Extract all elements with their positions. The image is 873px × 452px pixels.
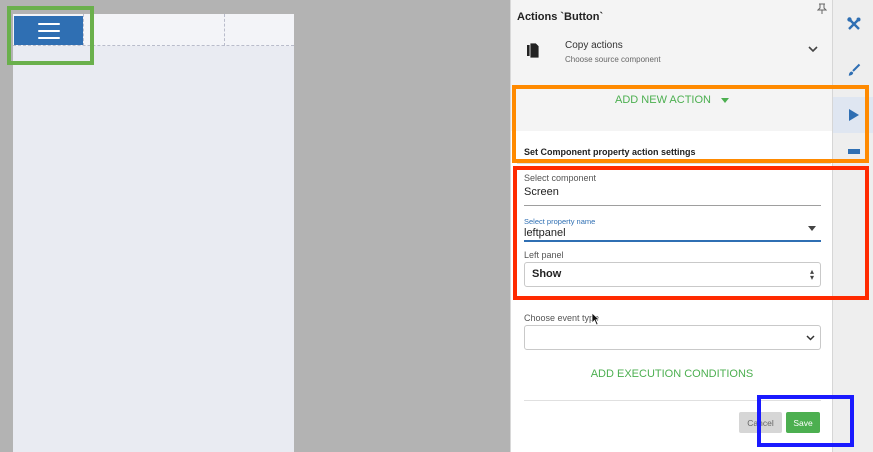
- field-underline-active: [524, 240, 821, 242]
- cancel-button[interactable]: Cancel: [739, 412, 782, 433]
- hamburger-icon: [37, 22, 60, 39]
- add-new-action-button[interactable]: ADD NEW ACTION: [511, 94, 833, 106]
- copy-actions-title[interactable]: Copy actions: [565, 40, 623, 51]
- field-underline: [524, 205, 821, 206]
- copy-icon: [527, 43, 539, 58]
- menu-button[interactable]: [14, 16, 83, 45]
- layers-icon[interactable]: [833, 146, 873, 162]
- left-panel-select[interactable]: Show ▴ ▾: [524, 262, 821, 287]
- wrench-cross-icon[interactable]: [833, 6, 873, 42]
- settings-title: Set Component property action settings: [524, 147, 696, 157]
- left-panel-label: Left panel: [524, 250, 564, 260]
- copy-actions-subtitle: Choose source component: [565, 55, 661, 64]
- caret-down-icon: [720, 97, 729, 103]
- add-action-band: [511, 84, 833, 131]
- add-execution-conditions-button[interactable]: ADD EXECUTION CONDITIONS: [511, 368, 833, 380]
- save-button[interactable]: Save: [786, 412, 820, 433]
- caret-down-icon[interactable]: [808, 226, 816, 231]
- event-type-label: Choose event type: [524, 313, 600, 323]
- select-property-label: Select property name: [524, 217, 596, 226]
- design-canvas[interactable]: [13, 14, 294, 452]
- divider: [517, 163, 831, 164]
- canvas-header-cell: [83, 14, 84, 46]
- chevron-down-icon[interactable]: [807, 44, 819, 54]
- brush-icon[interactable]: [833, 52, 873, 88]
- panel-title: Actions `Button`: [517, 11, 604, 23]
- updown-arrows-icon: ▴ ▾: [809, 267, 814, 282]
- play-icon[interactable]: [833, 97, 873, 133]
- vertical-toolbar: [832, 0, 873, 452]
- actions-panel: Actions `Button` Copy actions Choose sou…: [510, 0, 833, 452]
- chevron-down-icon: [806, 335, 815, 341]
- canvas-header-cell: [224, 14, 225, 46]
- select-property-field[interactable]: leftpanel: [524, 227, 566, 239]
- select-component-field[interactable]: Screen: [524, 186, 559, 198]
- divider: [524, 400, 821, 401]
- add-new-action-label: ADD NEW ACTION: [615, 94, 711, 106]
- pin-icon[interactable]: [816, 3, 828, 18]
- event-type-select[interactable]: [524, 325, 821, 350]
- select-component-label: Select component: [524, 173, 597, 183]
- mouse-cursor-icon: [591, 312, 601, 326]
- left-panel-value: Show: [532, 268, 562, 280]
